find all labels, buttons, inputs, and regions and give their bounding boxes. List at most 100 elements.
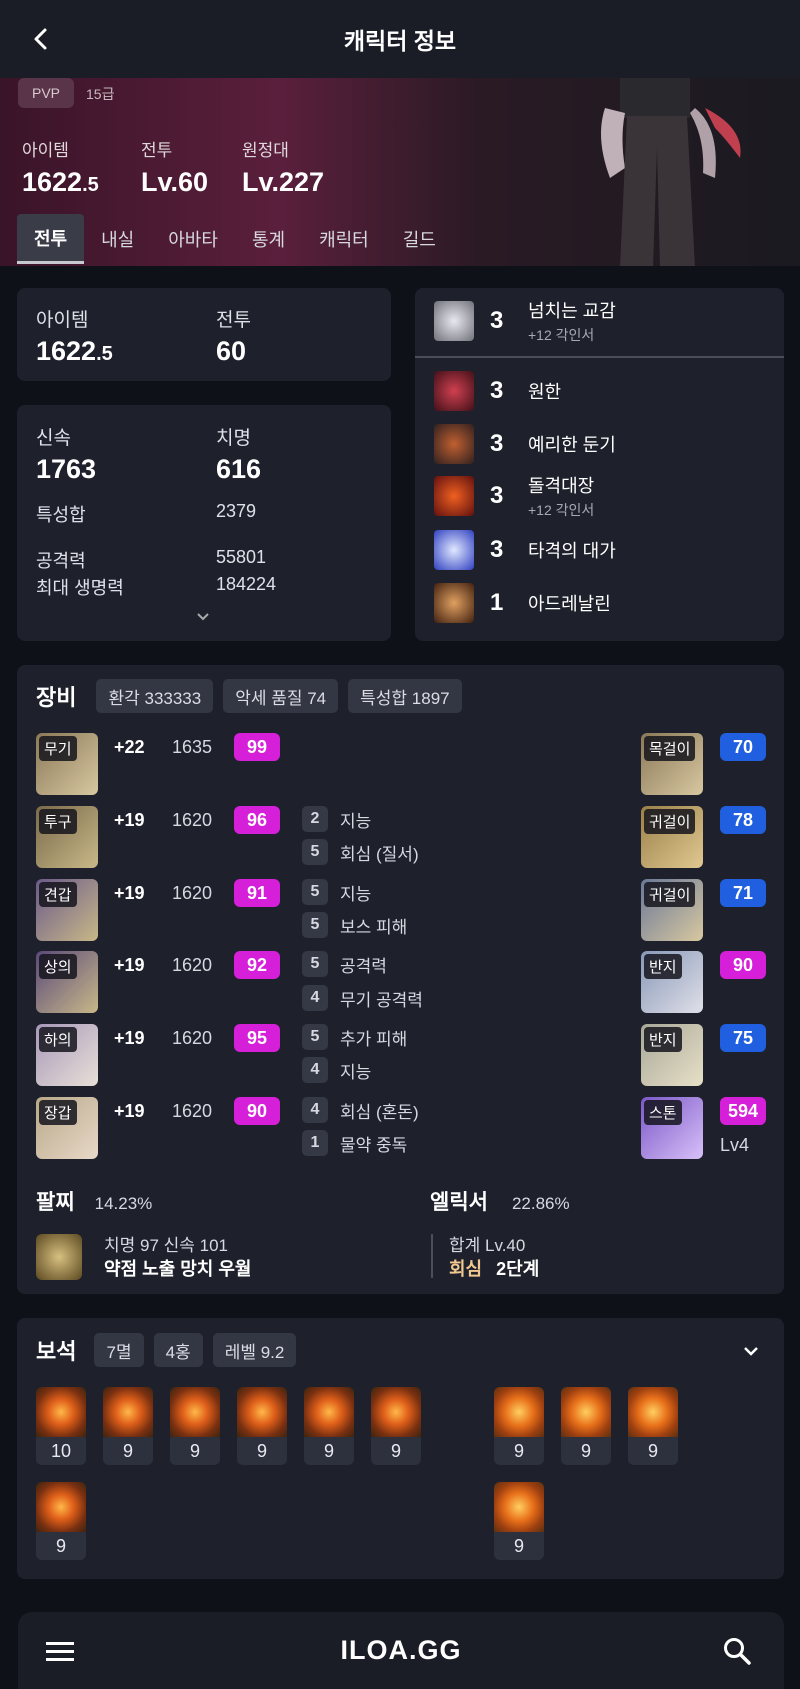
stone-icon: 스톤 xyxy=(641,1097,703,1159)
equipment-option: 4 지능 xyxy=(302,1057,371,1083)
bracelet-pct: 14.23% xyxy=(94,1194,153,1213)
hero-stat-value: Lv.60 xyxy=(141,167,209,197)
acc-quality-chip: 악세 품질 74 xyxy=(223,679,339,713)
honing-level: +19 xyxy=(114,810,145,830)
gem-chip: 레벨 9.2 xyxy=(212,1333,297,1367)
honing-level: +19 xyxy=(114,1101,145,1121)
gem-item[interactable]: 9 xyxy=(494,1482,544,1560)
stats-card: 신속 1763 치명 616 특성합 2379 공격력 55801 최대 생명력… xyxy=(17,405,391,641)
engraving-item[interactable]: 3 예리한 둔기 xyxy=(434,422,616,466)
elixir-pct: 22.86% xyxy=(511,1194,570,1213)
tab-combat[interactable]: 전투 xyxy=(17,214,85,264)
item-level: 1620 xyxy=(172,1028,213,1048)
trait-chip: 특성합 1897 xyxy=(348,679,462,713)
engraving-icon xyxy=(434,530,474,570)
weapon-icon: 무기 xyxy=(36,733,98,795)
equipment-option: 5 회심 (질서) xyxy=(302,839,419,865)
engraving-icon xyxy=(434,583,474,623)
tab-character[interactable]: 캐릭터 xyxy=(302,214,386,264)
swift-value: 1763 xyxy=(36,454,97,484)
quality-badge: 71 xyxy=(720,879,766,907)
item-level: 1635 xyxy=(172,737,213,757)
gem-chip: 7멸 xyxy=(94,1333,144,1367)
top-bar: 캐릭터 정보 xyxy=(0,0,800,78)
gem-item[interactable]: 9 xyxy=(103,1387,153,1465)
gem-item[interactable]: 9 xyxy=(170,1387,220,1465)
engraving-item[interactable]: 3 돌격대장 +12 각인서 xyxy=(434,474,594,518)
search-icon[interactable] xyxy=(722,1636,752,1666)
hero-stat-item: 아이템 1622.5 xyxy=(22,136,99,198)
chest-icon: 상의 xyxy=(36,951,98,1013)
equipment-option: 5 보스 피해 xyxy=(302,912,407,938)
gem-item[interactable]: 10 xyxy=(36,1387,86,1465)
engraving-item[interactable]: 3 타격의 대가 xyxy=(434,528,616,572)
back-arrow-icon[interactable] xyxy=(26,24,56,54)
gem-item[interactable]: 9 xyxy=(371,1387,421,1465)
character-portrait xyxy=(601,78,741,266)
item-level: 1620 xyxy=(172,1101,213,1121)
hero-stat-value: Lv.227 xyxy=(242,167,325,197)
hp-label: 최대 생명력 xyxy=(36,578,124,598)
hero-stat-combat: 전투 Lv.60 xyxy=(141,136,208,198)
gem-item[interactable]: 9 xyxy=(628,1387,678,1465)
hero-stat-label: 전투 xyxy=(141,141,173,160)
hero-stat-label: 원정대 xyxy=(242,141,289,160)
tab-avatar[interactable]: 아바타 xyxy=(151,214,235,264)
earring-icon: 귀걸이 xyxy=(641,879,703,941)
ring-icon: 반지 xyxy=(641,951,703,1013)
bracelet-header: 팔찌 14.23% xyxy=(36,1186,152,1216)
hero-stat-label: 아이템 xyxy=(22,141,69,160)
gem-item[interactable]: 9 xyxy=(237,1387,287,1465)
equipment-option: 1 물약 중독 xyxy=(302,1130,407,1156)
chevron-down-icon[interactable] xyxy=(741,1344,761,1358)
engraving-item[interactable]: 3 넘치는 교감 +12 각인서 xyxy=(434,299,616,343)
page-title: 캐릭터 정보 xyxy=(343,28,457,54)
ring-icon: 반지 xyxy=(641,1024,703,1086)
section-title: 보석 xyxy=(36,1339,77,1364)
tab-inner[interactable]: 내실 xyxy=(84,214,151,264)
item-level: 1620 xyxy=(172,955,213,975)
engraving-name: 타격의 대가 xyxy=(528,541,616,561)
menu-icon[interactable] xyxy=(46,1640,76,1662)
gem-item[interactable]: 9 xyxy=(304,1387,354,1465)
engraving-name: 넘치는 교감 xyxy=(528,301,616,321)
engraving-item[interactable]: 1 아드레날린 xyxy=(434,581,611,625)
quality-badge: 99 xyxy=(234,733,280,761)
crit-label: 치명 xyxy=(216,428,251,449)
bracelet-icon[interactable] xyxy=(36,1234,82,1280)
chevron-down-icon[interactable] xyxy=(195,611,211,623)
engraving-name: 아드레날린 xyxy=(528,594,611,614)
equipment-header: 장비 환각 333333 악세 품질 74 특성합 1897 xyxy=(36,679,472,713)
site-logo[interactable]: ILOA.GG xyxy=(318,1635,484,1666)
gem-item[interactable]: 9 xyxy=(561,1387,611,1465)
hp-value: 184224 xyxy=(216,574,277,594)
item-level-label: 아이템 xyxy=(36,310,89,331)
honing-level: +22 xyxy=(114,737,145,757)
quality-badge: 90 xyxy=(234,1097,280,1125)
gem-item[interactable]: 9 xyxy=(36,1482,86,1560)
tab-guild[interactable]: 길드 xyxy=(386,214,453,264)
quality-badge: 78 xyxy=(720,806,766,834)
equipment-option: 2 지능 xyxy=(302,806,371,832)
bracelet-effects: 약점 노출 망치 우월 xyxy=(104,1259,252,1279)
gem-item[interactable]: 9 xyxy=(494,1387,544,1465)
item-level: 1620 xyxy=(172,883,213,903)
crit-value: 616 xyxy=(216,454,262,484)
attack-value: 55801 xyxy=(216,547,267,567)
pvp-grade: 15급 xyxy=(86,86,115,102)
trait-value: 2379 xyxy=(216,501,257,521)
quality-badge: 70 xyxy=(720,733,766,761)
swift-label: 신속 xyxy=(36,428,71,449)
necklace-icon: 목걸이 xyxy=(641,733,703,795)
item-level-value: 1622.5 xyxy=(36,336,113,366)
tab-stats[interactable]: 통계 xyxy=(235,214,302,264)
quality-badge: 95 xyxy=(234,1024,280,1052)
trait-label: 특성합 xyxy=(36,505,86,525)
pants-icon: 하의 xyxy=(36,1024,98,1086)
engraving-item[interactable]: 3 원한 xyxy=(434,369,561,413)
honing-level: +19 xyxy=(114,955,145,975)
bottom-nav-bar: ILOA.GG xyxy=(18,1612,784,1689)
earring-icon: 귀걸이 xyxy=(641,806,703,868)
attack-label: 공격력 xyxy=(36,551,86,571)
bracelet-stats: 치명 97 신속 101 xyxy=(104,1236,229,1255)
